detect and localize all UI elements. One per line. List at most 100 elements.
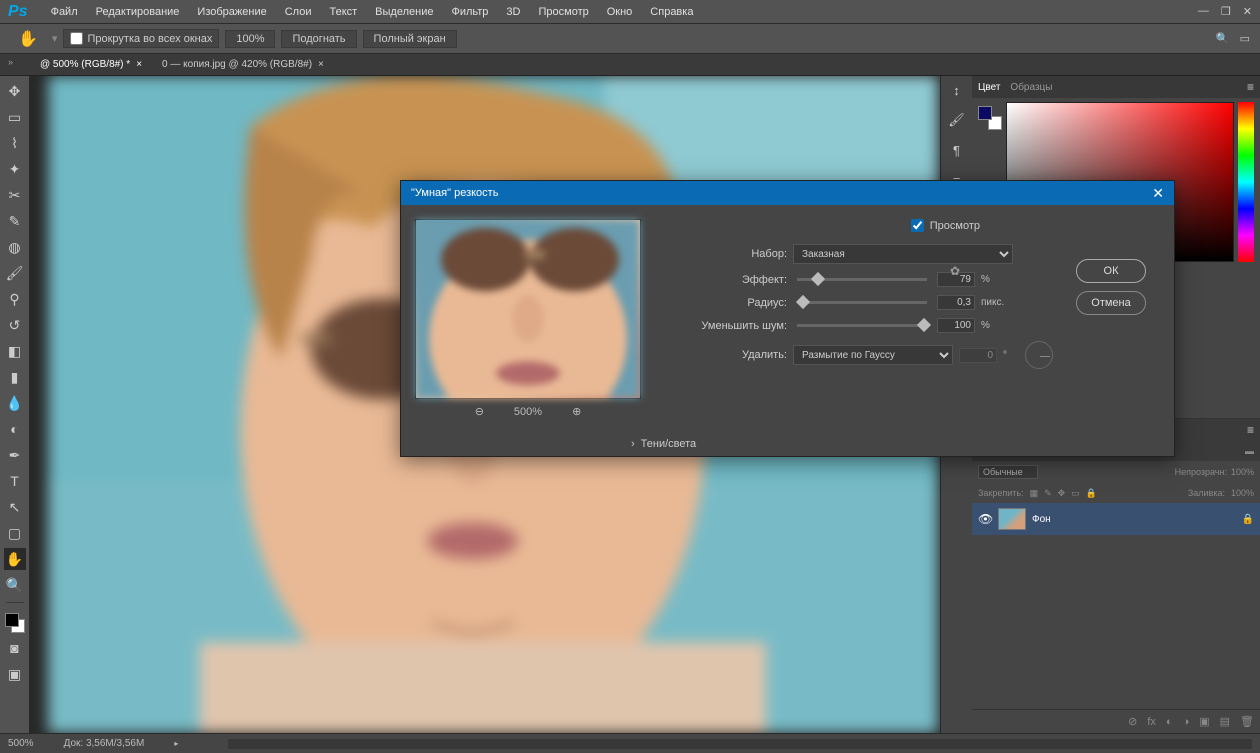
hand-tool-icon[interactable]: ✋ <box>4 548 26 570</box>
status-doc-size[interactable]: Док: 3,56M/3,56M <box>64 738 145 749</box>
preview-checkbox[interactable] <box>911 219 924 232</box>
brushes-icon[interactable]: 🖌 <box>947 110 967 130</box>
menu-layers[interactable]: Слои <box>276 6 321 18</box>
zoom-value-field[interactable]: 100% <box>225 30 275 48</box>
status-zoom[interactable]: 500% <box>8 738 34 749</box>
menu-help[interactable]: Справка <box>641 6 702 18</box>
adjustment-layer-icon[interactable]: ◑ <box>1183 716 1190 728</box>
zoom-in-icon[interactable]: ⊕ <box>572 405 581 418</box>
hand-tool-icon[interactable]: ✋ <box>10 29 46 49</box>
lock-icon: 🔒 <box>1242 514 1254 525</box>
healing-tool-icon[interactable]: ◍ <box>4 236 26 258</box>
doc-tab-1[interactable]: @ 500% (RGB/8#) *× <box>30 56 152 73</box>
zoom-tool-icon[interactable]: 🔍 <box>4 574 26 596</box>
magic-wand-tool-icon[interactable]: ✦ <box>4 158 26 180</box>
horizontal-scrollbar[interactable] <box>228 739 1252 749</box>
layer-mask-icon[interactable]: ◐ <box>1166 716 1173 728</box>
screen-mode-icon[interactable]: ▣ <box>4 663 26 685</box>
pen-tool-icon[interactable]: ✒ <box>4 444 26 466</box>
noise-input[interactable] <box>937 318 975 333</box>
menu-file[interactable]: Файл <box>42 6 87 18</box>
eyedropper-tool-icon[interactable]: ✎ <box>4 210 26 232</box>
eraser-tool-icon[interactable]: ◧ <box>4 340 26 362</box>
minimize-icon[interactable]: — <box>1198 5 1209 18</box>
history-icon[interactable]: ↕ <box>947 80 967 100</box>
panel-menu-icon[interactable]: ≡ <box>1247 423 1254 437</box>
new-group-icon[interactable]: ▣ <box>1199 715 1209 728</box>
dialog-titlebar[interactable]: "Умная" резкость ✕ <box>401 181 1174 205</box>
ok-button[interactable]: ОК <box>1076 259 1146 283</box>
quick-mask-icon[interactable]: ◙ <box>4 637 26 659</box>
fit-button[interactable]: Подогнать <box>281 30 356 48</box>
menu-edit[interactable]: Редактирование <box>87 6 189 18</box>
panel-menu-icon[interactable]: ≡ <box>1247 80 1254 94</box>
lock-artboard-icon[interactable]: ▭ <box>1071 488 1080 499</box>
hue-slider[interactable] <box>1238 102 1254 262</box>
menu-window[interactable]: Окно <box>598 6 642 18</box>
opacity-value[interactable]: 100% <box>1231 467 1254 477</box>
stamp-tool-icon[interactable]: ⚲ <box>4 288 26 310</box>
zoom-out-icon[interactable]: ⊖ <box>475 405 484 418</box>
amount-slider[interactable] <box>797 278 927 281</box>
lasso-tool-icon[interactable]: ⌇ <box>4 132 26 154</box>
angle-dial[interactable] <box>1025 341 1053 369</box>
dialog-close-icon[interactable]: ✕ <box>1152 185 1164 202</box>
lock-position-icon[interactable]: ✥ <box>1058 488 1066 499</box>
remove-label: Удалить: <box>657 349 787 361</box>
menu-select[interactable]: Выделение <box>366 6 442 18</box>
layer-thumbnail[interactable] <box>998 508 1026 530</box>
fullscreen-button[interactable]: Полный экран <box>363 30 457 48</box>
scroll-all-checkbox[interactable]: Прокрутка во всех окнах <box>63 29 219 48</box>
tab-swatches[interactable]: Образцы <box>1010 82 1052 93</box>
fill-value[interactable]: 100% <box>1231 488 1254 498</box>
dialog-preview[interactable] <box>415 219 641 399</box>
close-icon[interactable]: × <box>136 59 142 70</box>
shape-tool-icon[interactable]: ▢ <box>4 522 26 544</box>
search-icon[interactable]: 🔍 <box>1216 32 1230 45</box>
visibility-icon[interactable]: 👁 <box>978 512 992 526</box>
cancel-button[interactable]: Отмена <box>1076 291 1146 315</box>
brush-tool-icon[interactable]: 🖌 <box>4 262 26 284</box>
close-window-icon[interactable]: ✕ <box>1243 5 1252 18</box>
menu-image[interactable]: Изображение <box>188 6 275 18</box>
menu-text[interactable]: Текст <box>320 6 366 18</box>
color-fg-bg-swatch[interactable] <box>978 106 998 126</box>
menu-filter[interactable]: Фильтр <box>442 6 497 18</box>
shadows-highlights-toggle[interactable]: › Тени/света <box>401 432 1174 456</box>
blur-tool-icon[interactable]: 💧 <box>4 392 26 414</box>
layer-background[interactable]: 👁 Фон 🔒 <box>972 503 1260 535</box>
link-layers-icon[interactable]: ⊘ <box>1128 715 1137 728</box>
fg-bg-swatch[interactable] <box>5 613 25 633</box>
radius-input[interactable] <box>937 295 975 310</box>
noise-slider[interactable] <box>797 324 927 327</box>
type-tool-icon[interactable]: T <box>4 470 26 492</box>
preset-select[interactable]: Заказная <box>793 244 1013 264</box>
tab-expand-icon[interactable]: » <box>8 57 13 67</box>
lock-pixels-icon[interactable]: ▦ <box>1030 488 1039 499</box>
radius-slider[interactable] <box>797 301 927 304</box>
new-layer-icon[interactable]: ▤ <box>1220 715 1230 728</box>
crop-tool-icon[interactable]: ✂ <box>4 184 26 206</box>
move-tool-icon[interactable]: ✥ <box>4 80 26 102</box>
workspace-icon[interactable]: ▭ <box>1240 32 1250 45</box>
menu-3d[interactable]: 3D <box>497 6 529 18</box>
remove-select[interactable]: Размытие по Гауссу <box>793 345 953 365</box>
gear-icon[interactable]: ✿ <box>950 264 960 278</box>
lock-brush-icon[interactable]: ✎ <box>1044 488 1052 499</box>
delete-layer-icon[interactable]: 🗑 <box>1240 715 1254 728</box>
marquee-tool-icon[interactable]: ▭ <box>4 106 26 128</box>
filter-toggle[interactable]: ▬ <box>1245 446 1254 456</box>
layer-fx-icon[interactable]: fx <box>1147 716 1156 728</box>
close-icon[interactable]: × <box>318 59 324 70</box>
doc-tab-2[interactable]: 0 — копия.jpg @ 420% (RGB/8#)× <box>152 56 334 73</box>
dodge-tool-icon[interactable]: ◐ <box>4 418 26 440</box>
menu-view[interactable]: Просмотр <box>529 6 597 18</box>
history-brush-tool-icon[interactable]: ↺ <box>4 314 26 336</box>
blend-mode-select[interactable]: Обычные <box>978 465 1038 479</box>
path-tool-icon[interactable]: ↖ <box>4 496 26 518</box>
paragraph-icon[interactable]: ¶ <box>947 140 967 160</box>
tab-color[interactable]: Цвет <box>978 82 1000 93</box>
maximize-icon[interactable]: ❐ <box>1221 5 1231 18</box>
gradient-tool-icon[interactable]: ▮ <box>4 366 26 388</box>
lock-all-icon[interactable]: 🔒 <box>1086 488 1097 499</box>
